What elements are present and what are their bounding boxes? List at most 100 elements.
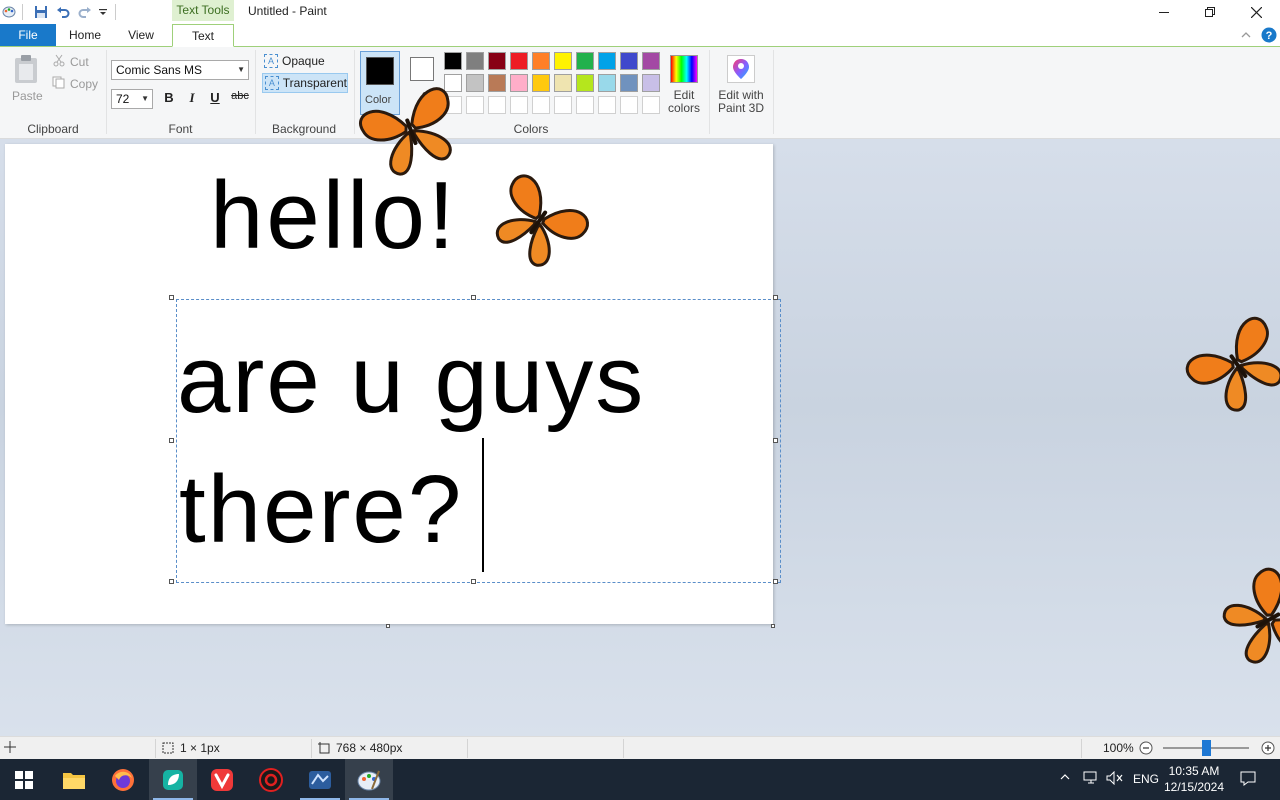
paste-button[interactable]: Paste xyxy=(12,89,43,103)
tray-overflow-icon[interactable] xyxy=(1059,771,1071,786)
palette-color-swatch[interactable] xyxy=(532,52,550,70)
volume-muted-icon[interactable] xyxy=(1106,770,1124,788)
font-family-select[interactable]: Comic Sans MS ▼ xyxy=(111,60,249,80)
palette-color-swatch[interactable] xyxy=(554,96,572,114)
selection-size: 1 × 1px xyxy=(162,741,220,755)
edit-colors-icon[interactable] xyxy=(670,55,698,83)
canvas-text-line-2[interactable]: there? xyxy=(179,462,463,558)
palette-color-swatch[interactable] xyxy=(598,52,616,70)
image-size: 768 × 480px xyxy=(318,741,402,755)
edit-with-paint-3d-button[interactable]: Edit with Paint 3D xyxy=(712,89,770,115)
font-size-select[interactable]: 72 ▼ xyxy=(111,89,153,109)
palette-color-swatch[interactable] xyxy=(466,52,484,70)
resize-handle-bottom[interactable] xyxy=(471,579,476,584)
palette-color-swatch[interactable] xyxy=(576,96,594,114)
color2-button[interactable] xyxy=(410,57,434,81)
palette-color-swatch[interactable] xyxy=(466,74,484,92)
copy-button[interactable]: Copy xyxy=(70,77,98,91)
vivaldi-icon xyxy=(211,768,233,791)
help-icon[interactable]: ? xyxy=(1261,27,1277,46)
system-clock[interactable]: 10:35 AM 12/15/2024 xyxy=(1160,763,1228,795)
notifications-icon[interactable] xyxy=(1240,770,1256,789)
resize-handle-bottom-right[interactable] xyxy=(773,579,778,584)
zoom-slider-thumb[interactable] xyxy=(1202,740,1211,756)
chevron-down-icon: ▼ xyxy=(141,94,149,103)
taskbar-vivaldi[interactable] xyxy=(198,759,246,800)
edit-colors-button[interactable]: Edit colors xyxy=(664,89,704,115)
minimize-button[interactable] xyxy=(1141,0,1187,24)
tab-home[interactable]: Home xyxy=(60,24,110,46)
canvas-resize-handle-corner[interactable] xyxy=(771,624,775,628)
palette-color-swatch[interactable] xyxy=(444,52,462,70)
taskbar-app-3[interactable] xyxy=(149,759,197,800)
network-icon[interactable] xyxy=(1083,771,1099,788)
svg-text:?: ? xyxy=(1266,30,1273,42)
palette-color-swatch[interactable] xyxy=(620,52,638,70)
zoom-level: 100% xyxy=(1103,741,1134,755)
resize-handle-top-right[interactable] xyxy=(773,295,778,300)
paste-icon xyxy=(12,54,40,87)
palette-color-swatch[interactable] xyxy=(510,74,528,92)
save-icon[interactable] xyxy=(33,4,49,20)
palette-color-swatch[interactable] xyxy=(642,96,660,114)
palette-color-swatch[interactable] xyxy=(598,96,616,114)
close-button[interactable] xyxy=(1233,0,1279,24)
transparent-option[interactable]: A Transparent xyxy=(262,73,348,93)
tab-view[interactable]: View xyxy=(116,24,166,46)
palette-color-swatch[interactable] xyxy=(466,96,484,114)
redo-icon[interactable] xyxy=(77,4,93,20)
taskbar-firefox[interactable] xyxy=(99,759,147,800)
palette-color-swatch[interactable] xyxy=(532,96,550,114)
canvas-text-line-1[interactable]: are u guys xyxy=(177,332,645,428)
minimize-ribbon-icon[interactable] xyxy=(1240,29,1252,43)
tab-text[interactable]: Text xyxy=(172,24,234,47)
palette-color-swatch[interactable] xyxy=(510,52,528,70)
group-divider xyxy=(709,50,710,134)
start-button[interactable] xyxy=(0,759,48,800)
palette-color-swatch[interactable] xyxy=(576,52,594,70)
bold-button[interactable]: B xyxy=(160,90,178,108)
resize-handle-top[interactable] xyxy=(471,295,476,300)
canvas-workspace[interactable]: hello! are u guys there? xyxy=(0,139,1280,736)
palette-color-swatch[interactable] xyxy=(620,96,638,114)
canvas-resize-handle-bottom[interactable] xyxy=(386,624,390,628)
resize-handle-top-left[interactable] xyxy=(169,295,174,300)
strikethrough-button[interactable]: abc xyxy=(229,90,251,108)
paint-3d-icon[interactable] xyxy=(727,55,755,83)
palette-color-swatch[interactable] xyxy=(642,74,660,92)
input-language[interactable]: ENG xyxy=(1133,772,1159,786)
selection-size-icon xyxy=(162,742,174,754)
resize-handle-left[interactable] xyxy=(169,438,174,443)
palette-color-swatch[interactable] xyxy=(576,74,594,92)
taskbar-app-5[interactable] xyxy=(247,759,295,800)
cut-button[interactable]: Cut xyxy=(70,55,89,69)
customize-quick-access-icon[interactable] xyxy=(97,4,109,20)
undo-icon[interactable] xyxy=(55,4,71,20)
restore-button[interactable] xyxy=(1187,0,1233,24)
taskbar-app-6[interactable] xyxy=(296,759,344,800)
zoom-out-button[interactable] xyxy=(1139,741,1153,755)
palette-color-swatch[interactable] xyxy=(598,74,616,92)
underline-button[interactable]: U xyxy=(206,90,224,108)
palette-color-swatch[interactable] xyxy=(532,74,550,92)
paint-app-icon[interactable] xyxy=(2,4,16,20)
palette-color-swatch[interactable] xyxy=(554,74,572,92)
palette-color-swatch[interactable] xyxy=(510,96,528,114)
palette-color-swatch[interactable] xyxy=(488,74,506,92)
taskbar-paint[interactable] xyxy=(345,759,393,800)
opaque-option[interactable]: A Opaque xyxy=(262,51,325,71)
zoom-out-icon xyxy=(1139,741,1153,755)
resize-handle-right[interactable] xyxy=(773,438,778,443)
palette-color-swatch[interactable] xyxy=(620,74,638,92)
resize-handle-bottom-left[interactable] xyxy=(169,579,174,584)
tab-file[interactable]: File xyxy=(0,24,56,46)
drawing-canvas[interactable]: hello! are u guys there? xyxy=(5,144,781,624)
palette-color-swatch[interactable] xyxy=(554,52,572,70)
taskbar-file-explorer[interactable] xyxy=(50,759,98,800)
zoom-in-button[interactable] xyxy=(1261,741,1275,755)
palette-color-swatch[interactable] xyxy=(488,96,506,114)
palette-color-swatch[interactable] xyxy=(642,52,660,70)
butterfly-icon xyxy=(495,174,589,267)
italic-button[interactable]: I xyxy=(183,90,201,108)
palette-color-swatch[interactable] xyxy=(488,52,506,70)
